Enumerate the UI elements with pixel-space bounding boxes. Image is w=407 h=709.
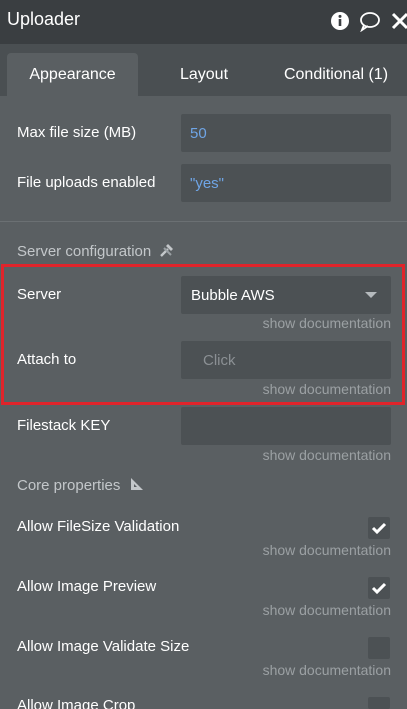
show-documentation-link[interactable]: show documentation	[263, 315, 391, 331]
tools-icon	[160, 244, 174, 257]
close-icon[interactable]	[389, 10, 407, 32]
allow-image-crop-label: Allow Image Crop	[17, 697, 136, 709]
filestack-key-field[interactable]	[181, 407, 391, 445]
info-icon[interactable]	[329, 10, 351, 32]
tab-layout[interactable]: Layout	[150, 53, 258, 96]
allow-image-preview-checkbox[interactable]	[368, 577, 390, 599]
server-selected-value: Bubble AWS	[191, 286, 275, 304]
core-properties-heading: Core properties	[17, 476, 145, 494]
file-uploads-enabled-field[interactable]: "yes"	[181, 164, 391, 202]
allow-image-crop-checkbox[interactable]	[368, 697, 390, 709]
tab-appearance[interactable]: Appearance	[7, 53, 138, 96]
allow-filesize-validation-checkbox[interactable]	[368, 517, 390, 539]
show-documentation-link[interactable]: show documentation	[263, 447, 391, 463]
checkmark-icon	[371, 582, 387, 595]
ruler-triangle-icon	[130, 478, 143, 490]
attach-to-field[interactable]: Click	[181, 341, 391, 379]
core-properties-title: Core properties	[17, 477, 121, 494]
server-configuration-heading: Server configuration	[17, 242, 175, 260]
file-uploads-enabled-label: File uploads enabled	[17, 174, 156, 191]
panel-title: Uploader	[7, 9, 81, 29]
server-configuration-title: Server configuration	[17, 243, 152, 260]
allow-image-validate-size-label: Allow Image Validate Size	[17, 638, 190, 655]
checkmark-icon	[371, 522, 387, 535]
show-documentation-link[interactable]: show documentation	[263, 602, 391, 618]
server-label: Server	[17, 286, 62, 303]
server-dropdown[interactable]: Bubble AWS	[181, 276, 391, 314]
chevron-down-icon	[365, 292, 377, 298]
allow-filesize-validation-label: Allow FileSize Validation	[17, 518, 180, 535]
allow-image-preview-label: Allow Image Preview	[17, 578, 157, 595]
tab-strip: Appearance Layout Conditional (1)	[0, 44, 407, 96]
tab-conditional[interactable]: Conditional (1)	[272, 53, 400, 96]
show-documentation-link[interactable]: show documentation	[263, 381, 391, 397]
section-divider	[0, 221, 407, 222]
panel-header: Uploader	[0, 0, 407, 44]
attach-to-label: Attach to	[17, 351, 77, 368]
allow-image-validate-size-checkbox[interactable]	[368, 637, 390, 659]
comment-icon[interactable]	[359, 10, 381, 32]
show-documentation-link[interactable]: show documentation	[263, 662, 391, 678]
max-file-size-label: Max file size (MB)	[17, 124, 137, 141]
show-documentation-link[interactable]: show documentation	[263, 542, 391, 558]
filestack-key-label: Filestack KEY	[17, 417, 111, 434]
max-file-size-field[interactable]: 50	[181, 114, 391, 152]
